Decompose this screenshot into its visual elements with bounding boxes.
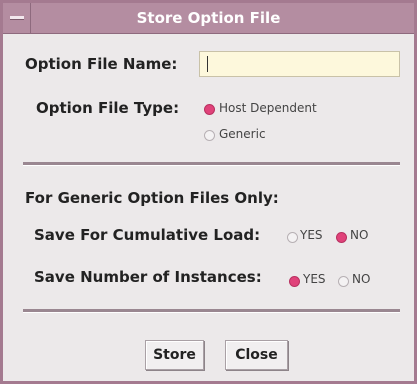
cumulative-load-no-radio[interactable] [336, 232, 347, 243]
generic-radio[interactable] [204, 130, 215, 141]
generic-section-heading: For Generic Option Files Only: [25, 189, 279, 207]
instances-no-radio[interactable] [338, 276, 349, 287]
cumulative-load-yes-label[interactable]: YES [300, 228, 323, 242]
store-button[interactable]: Store [145, 340, 204, 370]
instances-yes-label[interactable]: YES [303, 272, 326, 286]
option-file-type-label: Option File Type: [36, 99, 180, 117]
close-button[interactable]: Close [225, 340, 288, 370]
option-file-name-input[interactable] [199, 51, 400, 77]
generic-label[interactable]: Generic [219, 127, 266, 141]
button-divider [23, 309, 400, 313]
cumulative-load-no-label[interactable]: NO [350, 228, 368, 242]
instances-no-label[interactable]: NO [352, 272, 370, 286]
cumulative-load-yes-radio[interactable] [287, 232, 298, 243]
title-bar[interactable]: Store Option File [3, 3, 414, 34]
section-divider [23, 162, 400, 166]
option-file-name-label: Option File Name: [25, 55, 178, 73]
text-cursor [207, 56, 208, 72]
number-of-instances-label: Save Number of Instances: [34, 268, 262, 286]
host-dependent-label[interactable]: Host Dependent [219, 101, 317, 115]
host-dependent-radio[interactable] [204, 104, 215, 115]
store-option-file-dialog: Store Option File Option File Name: Opti… [0, 0, 417, 384]
instances-yes-radio[interactable] [289, 276, 300, 287]
cumulative-load-label: Save For Cumulative Load: [34, 226, 261, 244]
window-title: Store Option File [136, 9, 281, 27]
